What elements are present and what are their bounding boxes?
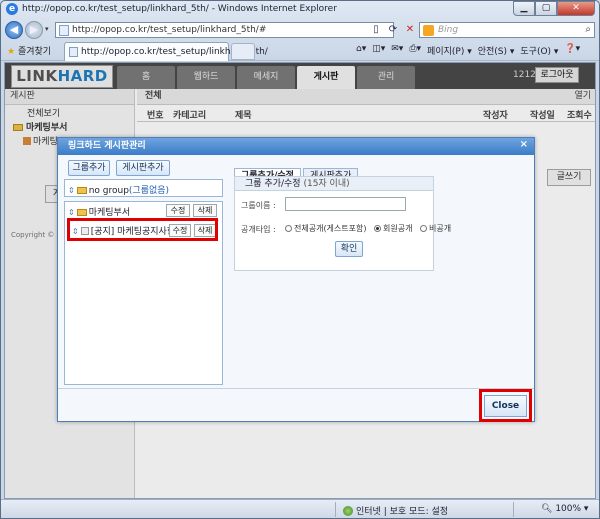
- ie-logo-icon: e: [6, 3, 18, 15]
- dialog-footer-divider: [58, 388, 534, 389]
- group-form: 그룹 추가/수정 (15자 이내) 그룹이름 : 공개타입 : 전체공개(게스트…: [234, 176, 451, 271]
- maximize-button[interactable]: ▢: [535, 1, 557, 16]
- no-group-note: (그룹없음): [128, 186, 170, 196]
- stop-icon[interactable]: ✕: [403, 22, 417, 38]
- favorites-row: ★ 즐겨찾기 http://opop.co.kr/test_setup/link…: [1, 41, 599, 61]
- address-row: ◀ ▶ ▾ http://opop.co.kr/test_setup/linkh…: [1, 19, 599, 41]
- group-name-label: 그룹이름 :: [241, 201, 276, 210]
- dialog-title: 링크하드 게시판관리: [58, 138, 534, 155]
- group-edit-button[interactable]: 수정: [166, 204, 190, 217]
- no-group-box: ⇕ no group(그룹없음): [64, 179, 223, 197]
- radio-icon: [420, 225, 428, 232]
- radio-icon: [374, 225, 382, 232]
- form-caption-text: 그룹 추가/수정: [245, 179, 301, 189]
- highlight-box-close: [479, 389, 532, 422]
- history-dropdown-icon[interactable]: ▾: [45, 25, 49, 33]
- back-button[interactable]: ◀: [5, 21, 23, 39]
- new-tab-button[interactable]: [231, 43, 255, 60]
- add-group-button[interactable]: 그룹추가: [68, 160, 110, 176]
- browser-window: e http://opop.co.kr/test_setup/linkhard_…: [0, 0, 600, 519]
- feeds-icon[interactable]: ◫▾: [372, 44, 385, 57]
- group-name: 마케팅부서: [88, 208, 131, 218]
- page-icon: [59, 25, 69, 36]
- drag-handle-icon[interactable]: ⇕: [68, 208, 75, 217]
- search-icon[interactable]: ⌕: [585, 24, 591, 35]
- address-bar[interactable]: http://opop.co.kr/test_setup/linkhard_5t…: [55, 22, 394, 38]
- close-window-button[interactable]: ✕: [557, 1, 595, 16]
- star-icon: ★: [7, 47, 16, 57]
- address-url: http://opop.co.kr/test_setup/linkhard_5t…: [72, 25, 267, 35]
- forward-button[interactable]: ▶: [25, 21, 43, 39]
- browser-tab[interactable]: http://opop.co.kr/test_setup/linkhard_5t…: [64, 42, 268, 61]
- form-caption: 그룹 추가/수정 (15자 이내): [235, 177, 433, 191]
- radio-icon: [285, 225, 292, 232]
- group-name-input[interactable]: [285, 197, 406, 211]
- favorites-label: 즐겨찾기: [17, 47, 52, 57]
- command-safety[interactable]: 안전(S) ▾: [478, 44, 515, 57]
- folder-icon: [76, 187, 87, 194]
- status-bar: 인터넷 | 보호 모드: 설정 🔍︎ 100% ▾: [1, 499, 599, 518]
- help-icon[interactable]: ❓▾: [564, 44, 580, 57]
- home-icon[interactable]: ⌂▾: [356, 44, 366, 57]
- no-group-label: no group: [88, 186, 129, 196]
- radio-private-label: 비공개: [429, 224, 452, 233]
- add-board-button[interactable]: 게시판추가: [116, 160, 170, 176]
- search-placeholder: Bing: [438, 25, 459, 35]
- title-bar: e http://opop.co.kr/test_setup/linkhard_…: [1, 1, 599, 18]
- highlight-box-board: [67, 218, 218, 241]
- confirm-button[interactable]: 확인: [335, 241, 363, 257]
- search-box[interactable]: Bing ⌕: [419, 22, 595, 38]
- drag-handle-icon[interactable]: ⇕: [68, 186, 75, 195]
- folder-icon: [76, 209, 87, 216]
- compatibility-view-icon[interactable]: ▯: [369, 22, 383, 38]
- refresh-icon[interactable]: ⟳: [386, 22, 400, 38]
- command-tools[interactable]: 도구(O) ▾: [520, 44, 558, 57]
- radio-members-label: 회원공개: [383, 224, 413, 233]
- zoom-level[interactable]: 🔍︎ 100% ▾: [541, 504, 588, 514]
- status-divider: [335, 502, 336, 517]
- security-zone-text: 인터넷 | 보호 모드: 설정: [356, 507, 449, 517]
- minimize-button[interactable]: ▁: [513, 1, 535, 16]
- mail-icon[interactable]: ✉▾: [391, 44, 403, 57]
- window-title: http://opop.co.kr/test_setup/linkhard_5t…: [22, 4, 337, 14]
- dialog-close-icon[interactable]: ×: [520, 139, 528, 150]
- status-divider: [513, 502, 514, 517]
- group-delete-button[interactable]: 삭제: [193, 204, 217, 217]
- form-caption-note: (15자 이내): [303, 179, 350, 189]
- bing-icon: [423, 25, 434, 36]
- security-zone[interactable]: 인터넷 | 보호 모드: 설정: [343, 504, 448, 517]
- globe-icon: [343, 506, 353, 516]
- radio-public-label: 전체공개(게스트포함): [294, 224, 367, 233]
- group-row[interactable]: ⇕ 마케팅부서: [68, 205, 130, 218]
- favorites-button[interactable]: ★ 즐겨찾기: [7, 44, 51, 57]
- command-bar: ⌂▾ ◫▾ ✉▾ ⎙▾ 페이지(P) ▾ 안전(S) ▾ 도구(O) ▾ ❓▾: [356, 44, 580, 57]
- board-manager-dialog: 링크하드 게시판관리 × 그룹추가 게시판추가 ⇕ no group(그룹없음) …: [57, 137, 535, 422]
- command-page[interactable]: 페이지(P) ▾: [427, 44, 472, 57]
- page-viewport: LINKHARD 홈 웹하드 메세지 게시판 관리 1212 로그아웃 게시판 …: [4, 62, 596, 499]
- visibility-label: 공개타입 :: [241, 225, 276, 234]
- tab-page-icon: [69, 47, 78, 57]
- radio-public[interactable]: 전체공개(게스트포함): [285, 224, 366, 233]
- visibility-options: 전체공개(게스트포함) 회원공개 비공개: [285, 223, 456, 234]
- print-icon[interactable]: ⎙▾: [409, 44, 421, 57]
- radio-members[interactable]: 회원공개: [374, 224, 412, 233]
- radio-private[interactable]: 비공개: [420, 224, 451, 233]
- zoom-icon: 🔍︎: [541, 504, 553, 514]
- zoom-text: 100%: [555, 504, 582, 514]
- no-group-row[interactable]: ⇕ no group(그룹없음): [68, 183, 169, 196]
